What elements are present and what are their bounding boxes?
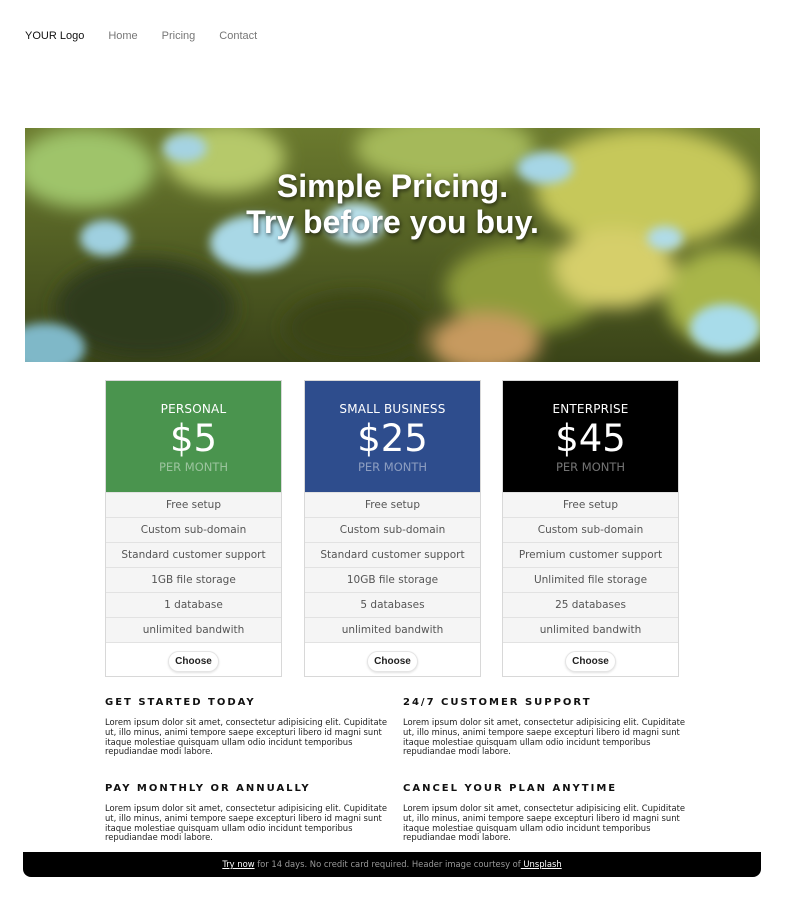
- plan-feature: Unlimited file storage: [503, 567, 678, 592]
- plan-price: $45: [555, 417, 626, 460]
- info-body: Lorem ipsum dolor sit amet, consectetur …: [105, 717, 388, 757]
- plan-feature: Custom sub-domain: [305, 517, 480, 542]
- info-heading: CANCEL YOUR PLAN ANYTIME: [403, 783, 618, 794]
- plan-feature: Free setup: [106, 492, 281, 517]
- plan-footer: Choose: [305, 642, 480, 676]
- footer-text: for 14 days. No credit card required. He…: [254, 859, 521, 869]
- hero-title-line1: Simple Pricing.: [276, 168, 509, 204]
- plan-name: ENTERPRISE: [552, 402, 629, 416]
- info-body: Lorem ipsum dolor sit amet, consectetur …: [403, 717, 686, 757]
- plan-feature: Custom sub-domain: [106, 517, 281, 542]
- logo[interactable]: YOUR Logo: [25, 30, 84, 42]
- info-get-started: GET STARTED TODAY Lorem ipsum dolor sit …: [105, 697, 400, 757]
- plan-header: ENTERPRISE $45 PER MONTH: [503, 381, 678, 492]
- plan-name: PERSONAL: [160, 402, 227, 416]
- plan-period: PER MONTH: [357, 460, 428, 474]
- nav-link-pricing[interactable]: Pricing: [162, 30, 196, 42]
- footer-bar: Try now for 14 days. No credit card requ…: [23, 852, 761, 877]
- hero-title: Simple Pricing. Try before you buy.: [25, 168, 760, 240]
- plan-card-small-business: SMALL BUSINESS $25 PER MONTH Free setup …: [304, 380, 481, 677]
- nav-link-contact[interactable]: Contact: [219, 30, 257, 42]
- plan-feature: 10GB file storage: [305, 567, 480, 592]
- choose-small-business-button[interactable]: Choose: [367, 651, 418, 672]
- plan-card-personal: PERSONAL $5 PER MONTH Free setup Custom …: [105, 380, 282, 677]
- plan-price: $5: [169, 417, 218, 460]
- plan-feature: 25 databases: [503, 592, 678, 617]
- info-cancel-anytime: CANCEL YOUR PLAN ANYTIME Lorem ipsum dol…: [403, 783, 698, 843]
- plan-header: PERSONAL $5 PER MONTH: [106, 381, 281, 492]
- plan-feature: Premium customer support: [503, 542, 678, 567]
- plan-feature: unlimited bandwith: [305, 617, 480, 642]
- plan-price: $25: [357, 417, 428, 460]
- top-nav: YOUR Logo Home Pricing Contact: [25, 29, 257, 43]
- plan-footer: Choose: [503, 642, 678, 676]
- plan-feature: 1 database: [106, 592, 281, 617]
- plan-feature: Standard customer support: [305, 542, 480, 567]
- plan-period: PER MONTH: [158, 460, 229, 474]
- plan-name: SMALL BUSINESS: [339, 402, 446, 416]
- choose-enterprise-button[interactable]: Choose: [565, 651, 616, 672]
- info-body: Lorem ipsum dolor sit amet, consectetur …: [105, 803, 388, 843]
- hero-title-line2: Try before you buy.: [246, 204, 539, 240]
- unsplash-link[interactable]: Unsplash: [521, 859, 561, 869]
- plan-feature: Standard customer support: [106, 542, 281, 567]
- info-heading: PAY MONTHLY OR ANNUALLY: [105, 783, 311, 794]
- info-heading: GET STARTED TODAY: [105, 697, 256, 708]
- plan-feature: Free setup: [305, 492, 480, 517]
- info-heading: 24/7 CUSTOMER SUPPORT: [403, 697, 592, 708]
- plan-period: PER MONTH: [555, 460, 626, 474]
- plan-footer: Choose: [106, 642, 281, 676]
- try-now-link[interactable]: Try now: [222, 859, 254, 869]
- plan-feature: Free setup: [503, 492, 678, 517]
- info-customer-support: 24/7 CUSTOMER SUPPORT Lorem ipsum dolor …: [403, 697, 698, 757]
- plan-feature: unlimited bandwith: [503, 617, 678, 642]
- plan-feature: 5 databases: [305, 592, 480, 617]
- hero-banner: Simple Pricing. Try before you buy.: [25, 128, 760, 362]
- plan-feature: 1GB file storage: [106, 567, 281, 592]
- plan-feature: Custom sub-domain: [503, 517, 678, 542]
- plan-header: SMALL BUSINESS $25 PER MONTH: [305, 381, 480, 492]
- info-body: Lorem ipsum dolor sit amet, consectetur …: [403, 803, 686, 843]
- plan-card-enterprise: ENTERPRISE $45 PER MONTH Free setup Cust…: [502, 380, 679, 677]
- plan-feature: unlimited bandwith: [106, 617, 281, 642]
- choose-personal-button[interactable]: Choose: [168, 651, 219, 672]
- nav-link-home[interactable]: Home: [108, 30, 137, 42]
- info-pay-monthly: PAY MONTHLY OR ANNUALLY Lorem ipsum dolo…: [105, 783, 400, 843]
- hero-background-image: [25, 128, 760, 362]
